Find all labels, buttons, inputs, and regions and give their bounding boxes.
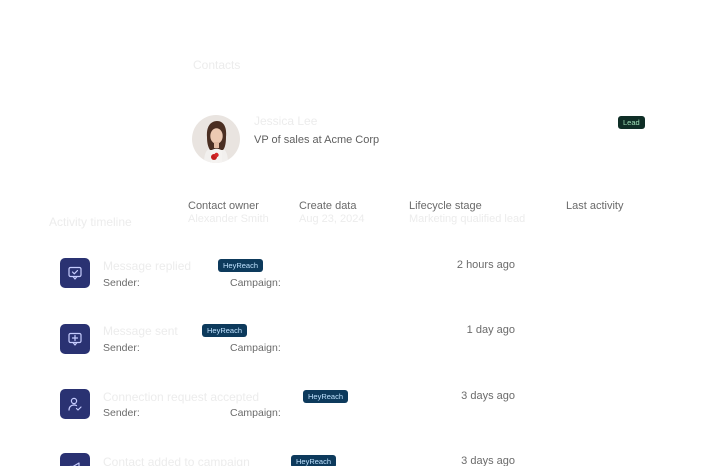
campaign-label: Campaign: <box>230 277 281 289</box>
back-link[interactable]: Contacts <box>193 58 240 72</box>
create-date-value: Aug 23, 2024 <box>299 213 365 225</box>
activity-badge: HeyReach <box>218 259 264 272</box>
campaign-label: Campaign: <box>230 407 281 419</box>
contact-owner-label: Contact owner <box>188 200 259 212</box>
user-check-icon <box>60 389 90 419</box>
activity-badge: HeyReach <box>303 390 349 403</box>
megaphone-icon <box>60 453 90 466</box>
create-date-label: Create data <box>299 200 357 212</box>
activity-badge: HeyReach <box>291 455 337 466</box>
sender-label: Sender: <box>103 407 140 419</box>
lifecycle-stage-label: Lifecycle stage <box>409 200 482 212</box>
last-activity-label: Last activity <box>566 200 624 212</box>
activity-time: 3 days ago <box>461 455 515 466</box>
message-check-icon <box>60 258 90 288</box>
message-plus-icon <box>60 324 90 354</box>
activity-time: 1 day ago <box>466 324 515 336</box>
contact-name: Jessica Lee <box>254 114 318 128</box>
contact-owner-value: Alexander Smith <box>188 213 269 225</box>
activity-time: 3 days ago <box>461 390 515 402</box>
sender-label: Sender: <box>103 342 140 354</box>
campaign-label: Campaign: <box>230 342 281 354</box>
activity-badge: HeyReach <box>202 324 248 337</box>
lifecycle-stage-value: Marketing qualified lead <box>409 213 526 225</box>
activity-title: Message replied <box>103 259 192 273</box>
activity-timeline-title: Activity timeline <box>49 215 132 229</box>
sender-label: Sender: <box>103 277 140 289</box>
activity-title: Connection request accepted <box>103 390 260 404</box>
activity-time: 2 hours ago <box>456 259 515 271</box>
avatar <box>192 115 240 163</box>
activity-title: Message sent <box>103 324 178 338</box>
contact-title: VP of sales at Acme Corp <box>254 134 380 146</box>
activity-title: Contact added to campaign <box>103 455 250 466</box>
status-badge: Lead <box>618 116 645 129</box>
